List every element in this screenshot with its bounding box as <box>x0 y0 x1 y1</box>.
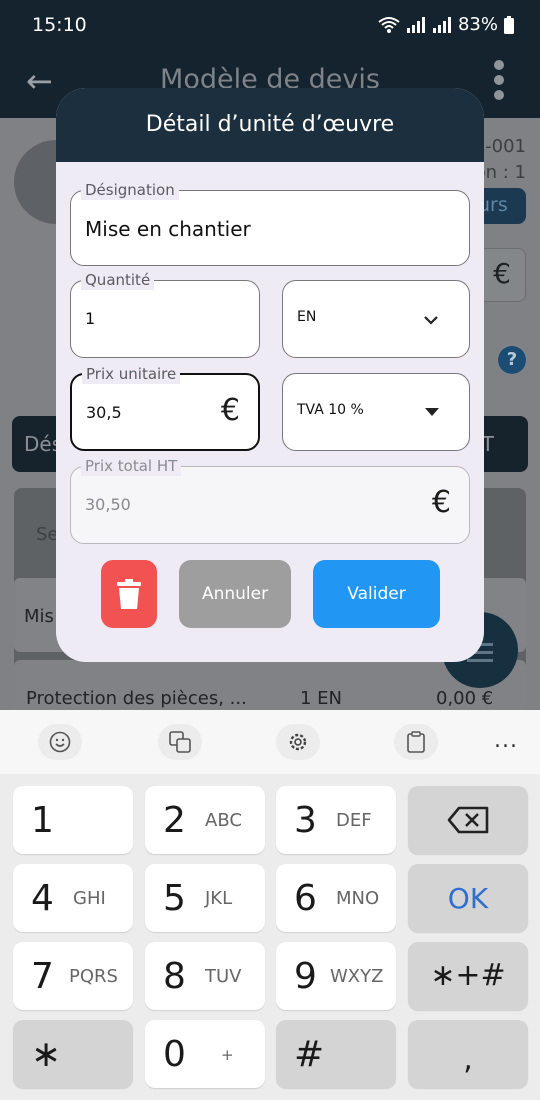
designation-value: Mise en chantier <box>85 217 251 241</box>
key-digit: 6 <box>294 878 317 919</box>
key-letters: DEF <box>336 810 372 831</box>
total-price-value: 30,50 <box>85 495 131 514</box>
designation-field[interactable]: Désignation Mise en chantier <box>70 180 470 266</box>
total-price-field: Prix total HT 30,50 € <box>70 456 470 544</box>
key-letters: JKL <box>205 888 233 909</box>
key-letters: TUV <box>205 966 242 987</box>
background-row-price: 0,00 € <box>436 688 494 709</box>
euro-icon: € <box>220 393 240 428</box>
numeric-keyboard: 1 2 ABC 3 DEF 4 GHI 5 JKL 6 MNO OK 7 PQR… <box>0 774 540 1100</box>
key-digit: 4 <box>31 878 54 919</box>
background-row-label: Protection des pièces, ... <box>26 688 247 709</box>
key-digit: ∗ <box>31 1034 62 1075</box>
signal-icon-2 <box>432 16 451 33</box>
chevron-down-icon <box>424 316 438 325</box>
quantity-value: 1 <box>85 309 96 328</box>
settings-gear-icon[interactable] <box>276 724 320 760</box>
clipboard-icon[interactable] <box>394 724 438 760</box>
total-price-label: Prix total HT <box>81 456 182 476</box>
euro-icon: € <box>431 485 451 520</box>
more-options-icon[interactable]: ... <box>494 728 518 753</box>
status-time: 15:10 <box>32 14 87 36</box>
key-digit: 0 <box>163 1034 186 1075</box>
comma-label: , <box>463 1042 473 1077</box>
key-letters: GHI <box>73 888 106 909</box>
key-2[interactable]: 2 ABC <box>145 786 265 854</box>
key-6[interactable]: 6 MNO <box>276 864 396 932</box>
key-digit: # <box>294 1034 325 1075</box>
key-9[interactable]: 9 WXYZ <box>276 942 396 1010</box>
translate-icon[interactable] <box>158 724 202 760</box>
designation-label: Désignation <box>81 180 179 200</box>
key-digit: 3 <box>294 800 317 841</box>
key-digit: 8 <box>163 956 186 997</box>
battery-icon <box>504 15 514 34</box>
key-1[interactable]: 1 <box>13 786 133 854</box>
status-icons: 83% <box>378 14 514 35</box>
wifi-icon <box>378 16 400 33</box>
symbols-label: ∗+# <box>430 958 506 993</box>
ok-key[interactable]: OK <box>408 864 528 932</box>
unit-value: EN <box>297 309 317 325</box>
battery-percent: 83% <box>457 14 498 35</box>
signal-icon <box>406 16 425 33</box>
key-letters: + <box>221 1046 234 1064</box>
key-digit: 5 <box>163 878 186 919</box>
dialog-title: Détail d’unité d’œuvre <box>56 88 484 162</box>
key-3[interactable]: 3 DEF <box>276 786 396 854</box>
key-8[interactable]: 8 TUV <box>145 942 265 1010</box>
key-hash[interactable]: # <box>276 1020 396 1088</box>
quantity-label: Quantité <box>81 270 155 290</box>
unit-detail-dialog: Détail d’unité d’œuvre Désignation Mise … <box>56 88 484 662</box>
cancel-button[interactable]: Annuler <box>179 560 291 628</box>
emoji-icon[interactable] <box>38 724 82 760</box>
unit-select[interactable]: EN <box>282 280 470 358</box>
unit-price-value: 30,5 <box>86 403 122 422</box>
key-star[interactable]: ∗ <box>13 1020 133 1088</box>
validate-button[interactable]: Valider <box>313 560 440 628</box>
status-bar: 15:10 83% <box>0 0 540 52</box>
quantity-field[interactable]: Quantité 1 <box>70 270 260 358</box>
background-euro-icon: € <box>478 248 526 302</box>
key-4[interactable]: 4 GHI <box>13 864 133 932</box>
trash-icon <box>117 579 141 609</box>
delete-button[interactable] <box>101 560 157 628</box>
key-letters: ABC <box>205 810 242 831</box>
comma-key[interactable]: , <box>408 1020 528 1088</box>
backspace-key[interactable] <box>408 786 528 854</box>
tva-select[interactable]: TVA 10 % <box>282 373 470 451</box>
key-digit: 9 <box>294 956 317 997</box>
unit-price-label: Prix unitaire <box>82 364 181 384</box>
ok-label: OK <box>447 882 489 915</box>
dropdown-triangle-icon <box>425 408 439 416</box>
backspace-icon <box>447 806 489 834</box>
key-letters: WXYZ <box>330 966 384 987</box>
tva-value: TVA 10 % <box>297 402 364 418</box>
background-row-label: Mis <box>24 606 54 627</box>
key-letters: MNO <box>336 888 380 909</box>
key-5[interactable]: 5 JKL <box>145 864 265 932</box>
unit-price-field[interactable]: Prix unitaire 30,5 € <box>70 364 260 451</box>
key-digit: 7 <box>31 956 54 997</box>
background-row-quantity: 1 EN <box>300 688 343 709</box>
key-letters: PQRS <box>69 966 118 987</box>
more-vert-icon[interactable] <box>494 60 506 100</box>
keyboard-toolbar: ... <box>0 710 540 774</box>
key-7[interactable]: 7 PQRS <box>13 942 133 1010</box>
key-digit: 1 <box>31 800 54 841</box>
key-0[interactable]: 0 + <box>145 1020 265 1088</box>
symbols-key[interactable]: ∗+# <box>408 942 528 1010</box>
key-digit: 2 <box>163 800 186 841</box>
help-icon: ? <box>498 346 526 374</box>
